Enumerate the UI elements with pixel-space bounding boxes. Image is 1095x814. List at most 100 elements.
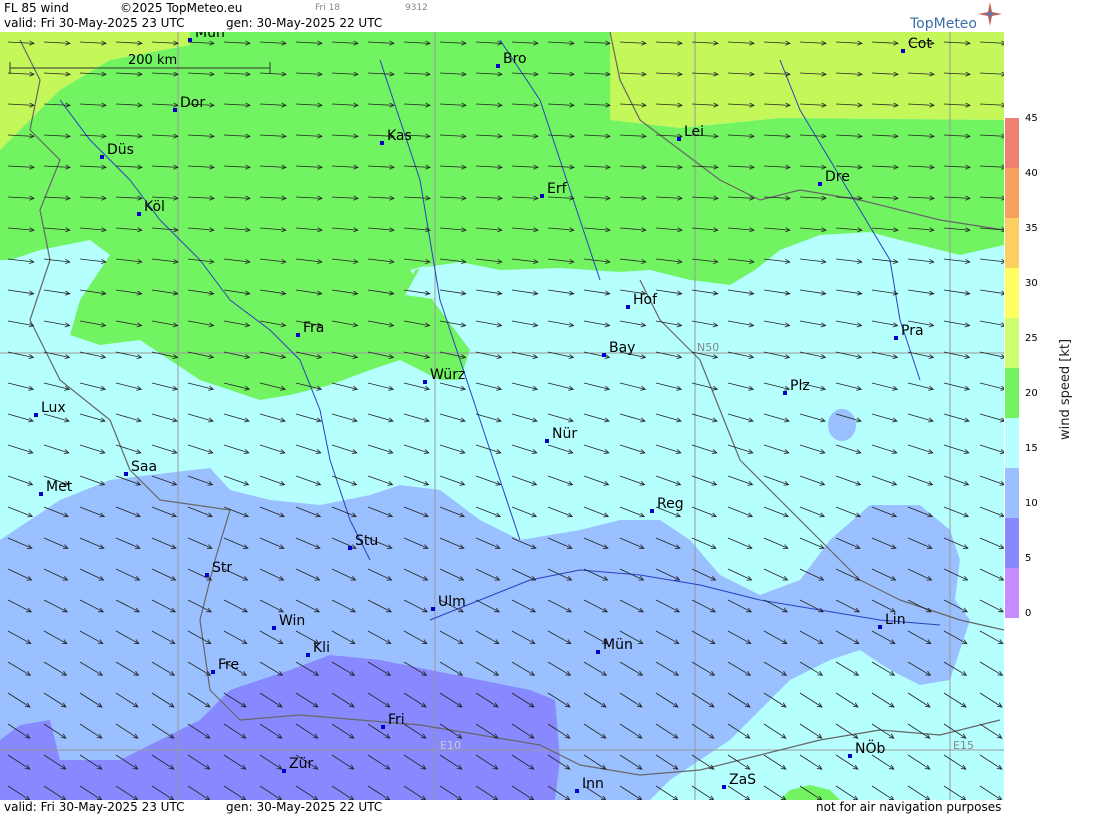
lon-label-e10: E10 [440, 739, 461, 752]
legend-color-segment [1005, 568, 1019, 618]
legend-color-segment [1005, 168, 1019, 218]
city-label: Inn [582, 776, 604, 792]
map-footer: valid: Fri 30-May-2025 23 UTC gen: 30-Ma… [0, 800, 1004, 814]
city-marker [575, 789, 579, 793]
legend-color-segment [1005, 118, 1019, 168]
legend-color-segment [1005, 368, 1019, 418]
wind-map[interactable]: 200 km N50 E10 E15 Mün Bro Cot Dor Kas Lei Düs… [0, 32, 1004, 800]
legend-tick-label: 10 [1025, 498, 1038, 509]
legend-tick-label: 45 [1025, 113, 1038, 124]
legend-color-segment [1005, 418, 1019, 468]
city-label: Zür [289, 756, 313, 772]
city-marker [137, 212, 141, 216]
city-marker [296, 333, 300, 337]
city-label: Köl [144, 199, 165, 215]
city-marker [39, 492, 43, 496]
legend-colorbar [1005, 118, 1019, 618]
city-label: Dor [180, 95, 205, 111]
city-marker [722, 785, 726, 789]
city-marker [34, 413, 38, 417]
legend-color-segment [1005, 218, 1019, 268]
lightgreen-zone-ne [610, 32, 1004, 128]
legend-title: wind speed [kt] [1058, 338, 1073, 440]
city-label: Saa [131, 459, 157, 475]
legend-color-segment [1005, 318, 1019, 368]
city-marker [818, 182, 822, 186]
city-label: Fre [218, 657, 239, 673]
city-label: Lux [41, 400, 66, 416]
city-marker [677, 137, 681, 141]
city-label: Bay [609, 340, 635, 356]
city-marker [894, 336, 898, 340]
city-marker [306, 653, 310, 657]
city-label: Fra [303, 320, 324, 336]
legend-tick-label: 30 [1025, 278, 1038, 289]
map-header: FL 85 wind ©2025 TopMeteo.eu Fri 18 9312… [0, 0, 1004, 32]
valid-time: valid: Fri 30-May-2025 23 UTC [4, 16, 185, 30]
city-label: Pra [901, 323, 924, 339]
city-marker [173, 108, 177, 112]
copyright-text: ©2025 TopMeteo.eu [120, 1, 243, 15]
city-label: Lin [885, 612, 906, 628]
legend-color-segment [1005, 468, 1019, 518]
city-marker [423, 380, 427, 384]
city-marker [545, 439, 549, 443]
city-label: Hof [633, 292, 658, 308]
city-label: Bro [503, 51, 527, 67]
city-marker [602, 353, 606, 357]
city-marker [211, 670, 215, 674]
city-label: Cot [908, 36, 932, 52]
city-label: Plz [790, 378, 810, 394]
city-marker [431, 607, 435, 611]
small-code-label: 9312 [405, 3, 428, 13]
city-marker [848, 754, 852, 758]
city-marker [540, 194, 544, 198]
lat-label-n50: N50 [697, 341, 719, 354]
city-label: Würz [430, 367, 465, 383]
city-label: Nür [552, 426, 577, 442]
legend-tick-label: 40 [1025, 168, 1038, 179]
legend-color-segment [1005, 518, 1019, 568]
city-label: Lei [684, 124, 704, 140]
legend-tick-label: 0 [1025, 608, 1032, 619]
scale-label: 200 km [128, 53, 177, 68]
city-label: Mün [603, 637, 633, 653]
footer-generated-time: gen: 30-May-2025 22 UTC [226, 800, 383, 814]
city-label: NÖb [855, 739, 885, 757]
legend-tick-label: 25 [1025, 333, 1038, 344]
legend-color-segment [1005, 268, 1019, 318]
city-marker [901, 49, 905, 53]
product-title: FL 85 wind [4, 1, 69, 15]
city-marker [783, 391, 787, 395]
city-marker [282, 769, 286, 773]
small-day-label: Fri 18 [315, 3, 341, 13]
city-label: Fri [388, 712, 405, 728]
footer-valid-time: valid: Fri 30-May-2025 23 UTC [4, 800, 185, 814]
city-marker [496, 64, 500, 68]
lon-label-e15: E15 [953, 739, 974, 752]
city-label: Stu [355, 533, 378, 549]
city-label: Kli [313, 640, 330, 656]
city-marker [650, 509, 654, 513]
city-marker [380, 141, 384, 145]
city-marker [124, 472, 128, 476]
generated-time: gen: 30-May-2025 22 UTC [226, 16, 383, 30]
city-label: Düs [107, 142, 134, 158]
city-marker [878, 625, 882, 629]
city-label: Dre [825, 169, 850, 185]
city-label: Erf [547, 181, 568, 197]
topmeteo-logo-text: TopMeteo [910, 16, 977, 32]
legend-tick-label: 20 [1025, 388, 1038, 399]
city-label: ZaS [729, 772, 756, 788]
city-marker [348, 546, 352, 550]
legend-tick-label: 35 [1025, 223, 1038, 234]
city-marker [100, 155, 104, 159]
city-marker [272, 626, 276, 630]
disclaimer-text: not for air navigation purposes [816, 800, 1002, 814]
city-label: Str [212, 560, 232, 576]
city-label: Ulm [438, 594, 466, 610]
city-label: Reg [657, 496, 684, 512]
compass-logo-icon [978, 2, 1002, 26]
city-marker [205, 573, 209, 577]
city-label: Win [279, 613, 305, 629]
